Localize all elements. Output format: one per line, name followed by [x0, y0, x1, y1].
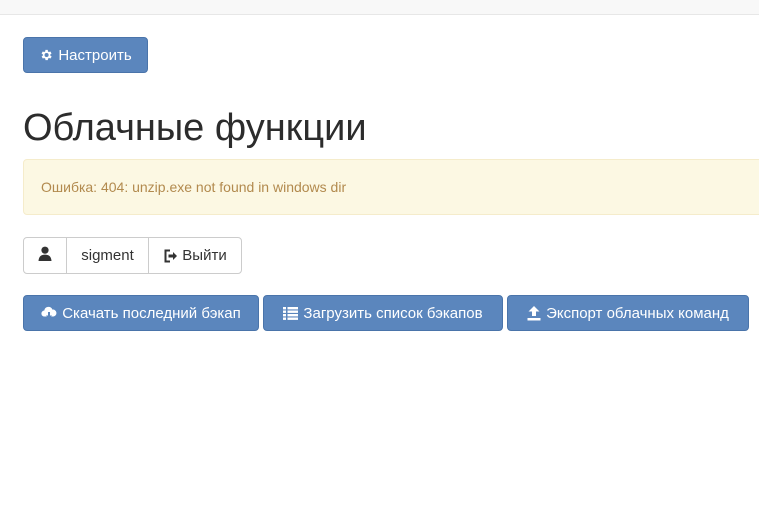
- download-backup-label: Скачать последний бэкап: [62, 304, 241, 322]
- list-icon: [283, 306, 299, 320]
- error-message: Ошибка: 404: unzip.exe not found in wind…: [41, 179, 347, 195]
- configure-button[interactable]: Настроить: [23, 37, 148, 73]
- sign-out-icon: [163, 249, 178, 263]
- cloud-download-icon: [41, 306, 57, 320]
- user-icon: [38, 246, 52, 265]
- username-label: sigment: [66, 237, 149, 274]
- error-alert: Ошибка: 404: unzip.exe not found in wind…: [23, 159, 759, 215]
- user-icon-cell: [23, 237, 67, 274]
- download-backup-button[interactable]: Скачать последний бэкап: [23, 295, 259, 331]
- gear-icon: [39, 48, 53, 62]
- upload-icon: [527, 305, 541, 321]
- page-title: Облачные функции: [23, 107, 367, 149]
- user-button-group: sigment Выйти: [23, 237, 242, 274]
- load-backup-list-button[interactable]: Загрузить список бэкапов: [263, 295, 503, 331]
- top-navbar: [0, 0, 759, 15]
- export-cloud-commands-button[interactable]: Экспорт облачных команд: [507, 295, 749, 331]
- configure-button-label: Настроить: [58, 46, 132, 64]
- export-cloud-commands-label: Экспорт облачных команд: [546, 304, 729, 322]
- load-backup-list-label: Загрузить список бэкапов: [303, 304, 483, 322]
- logout-button-label: Выйти: [182, 247, 227, 264]
- logout-button[interactable]: Выйти: [148, 237, 242, 274]
